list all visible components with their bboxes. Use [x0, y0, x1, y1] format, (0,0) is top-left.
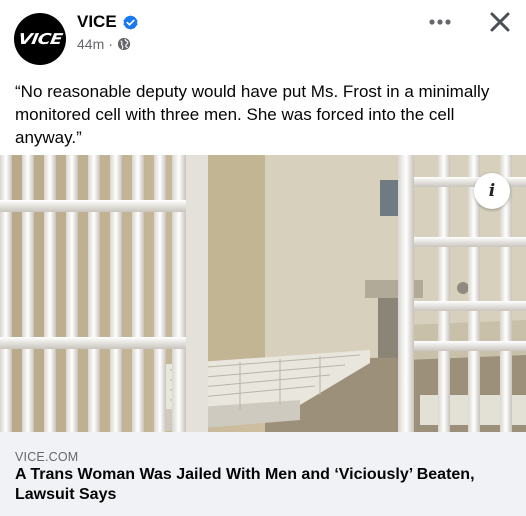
- post-meta: 44m ·: [77, 36, 131, 52]
- post-header: VICE VICE 44m ·: [0, 0, 526, 70]
- globe-icon[interactable]: [117, 37, 131, 51]
- post-text: “No reasonable deputy would have put Ms.…: [15, 82, 490, 147]
- meta-separator: ·: [108, 36, 113, 52]
- more-options-icon: [429, 19, 451, 25]
- jail-cell-photo: [0, 155, 526, 432]
- link-preview-footer[interactable]: VICE.COM A Trans Woman Was Jailed With M…: [0, 432, 526, 516]
- verified-badge-icon: [122, 14, 139, 31]
- page-name-row: VICE: [77, 12, 139, 32]
- link-domain: VICE.COM: [15, 450, 79, 464]
- info-icon[interactable]: i: [474, 173, 510, 209]
- link-title[interactable]: A Trans Woman Was Jailed With Men and ‘V…: [15, 465, 515, 505]
- close-icon: [490, 12, 510, 32]
- link-preview-image[interactable]: i: [0, 155, 526, 432]
- close-button[interactable]: [482, 6, 518, 38]
- more-options-button[interactable]: [422, 8, 458, 36]
- post-time[interactable]: 44m: [77, 36, 104, 52]
- page-name[interactable]: VICE: [77, 12, 117, 32]
- avatar[interactable]: VICE: [14, 13, 66, 65]
- vice-logo: VICE: [16, 30, 64, 48]
